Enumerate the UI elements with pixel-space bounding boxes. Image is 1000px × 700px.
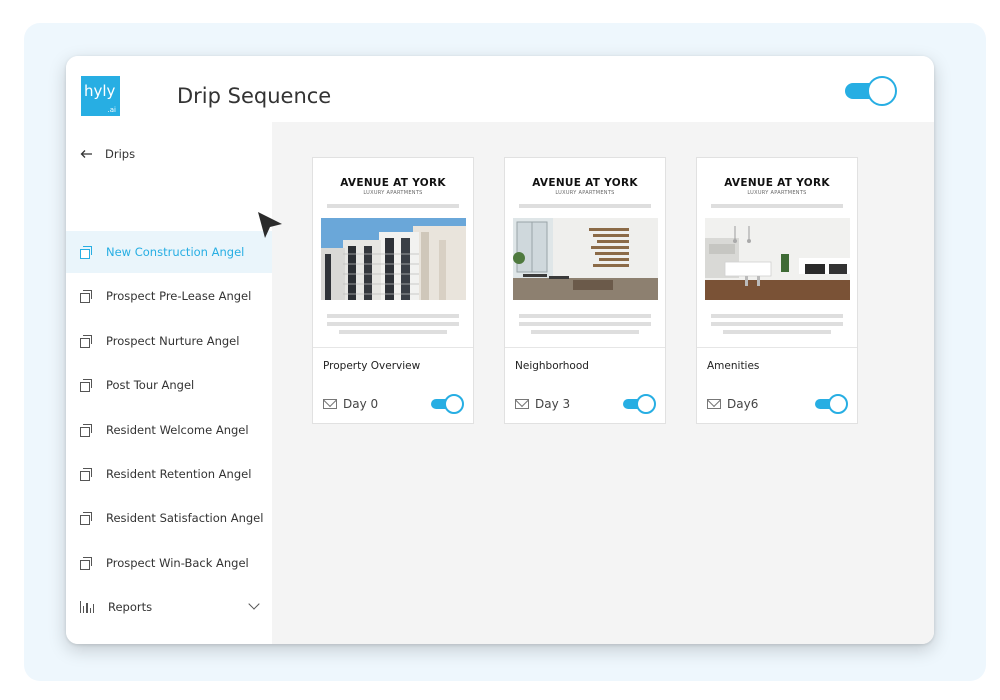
toggle-knob (444, 394, 464, 414)
copy-icon (80, 335, 92, 348)
card-title: Property Overview (323, 360, 421, 372)
copy-icon (80, 468, 92, 481)
sidebar-item-label: Post Tour Angel (106, 378, 195, 392)
copy-icon (80, 246, 92, 259)
chevron-down-icon[interactable] (248, 598, 260, 610)
card-enable-toggle[interactable] (431, 394, 464, 414)
mail-icon (707, 399, 721, 409)
toggle-knob (828, 394, 848, 414)
sidebar-item-reports[interactable]: Reports (66, 586, 272, 628)
copy-icon (80, 512, 92, 525)
mail-icon (515, 399, 529, 409)
lobby-interior-photo (513, 218, 658, 300)
sidebar-item-label: Prospect Pre-Lease Angel (106, 289, 252, 303)
drip-cards-area: AVENUE AT YORK LUXURY APARTMENTS Propert… (272, 122, 934, 644)
email-preview[interactable]: AVENUE AT YORK LUXURY APARTMENTS (505, 158, 665, 348)
drip-card-neighborhood[interactable]: AVENUE AT YORK LUXURY APARTMENTS Neighbo… (504, 157, 666, 424)
send-day: Day 3 (515, 397, 570, 411)
day-label: Day6 (727, 397, 759, 411)
brand-name: AVENUE AT YORK (532, 177, 638, 189)
app-header: hyly .ai Drip Sequence (66, 56, 934, 122)
placeholder-line (327, 314, 459, 318)
placeholder-line (723, 330, 831, 334)
kitchen-interior-photo (705, 218, 850, 300)
placeholder-line (711, 314, 843, 318)
drip-card-amenities[interactable]: AVENUE AT YORK LUXURY APARTMENTS Ameniti… (696, 157, 858, 424)
placeholder-line (711, 204, 843, 208)
placeholder-line (327, 204, 459, 208)
brand-subtitle: LUXURY APARTMENTS (555, 190, 615, 196)
bar-chart-icon (80, 601, 95, 613)
toggle-knob (867, 76, 897, 106)
sidebar-item-prospect-pre-lease-angel[interactable]: Prospect Pre-Lease Angel (66, 275, 272, 317)
mouse-cursor-icon (258, 212, 282, 238)
sidebar-item-label: Prospect Win-Back Angel (106, 556, 249, 570)
arrow-left-icon (80, 150, 92, 158)
drip-card-property-overview[interactable]: AVENUE AT YORK LUXURY APARTMENTS Propert… (312, 157, 474, 424)
sidebar-item-resident-satisfaction-angel[interactable]: Resident Satisfaction Angel (66, 497, 272, 539)
sidebar-item-resident-retention-angel[interactable]: Resident Retention Angel (66, 453, 272, 495)
sidebar-item-label: Resident Retention Angel (106, 467, 252, 481)
sidebar-item-label: New Construction Angel (106, 245, 245, 259)
send-day: Day 0 (323, 397, 378, 411)
sidebar-item-prospect-win-back-angel[interactable]: Prospect Win-Back Angel (66, 542, 272, 584)
app-window: hyly .ai Drip Sequence Drips New Constru… (66, 56, 934, 644)
placeholder-line (519, 204, 651, 208)
placeholder-line (327, 322, 459, 326)
sidebar-item-post-tour-angel[interactable]: Post Tour Angel (66, 364, 272, 406)
day-label: Day 0 (343, 397, 379, 411)
sidebar-item-label: Prospect Nurture Angel (106, 334, 240, 348)
logo-text: hyly (84, 82, 116, 100)
sidebar-item-label: Resident Satisfaction Angel (106, 511, 264, 525)
back-label: Drips (105, 147, 136, 161)
logo-sub: .ai (107, 106, 116, 114)
card-enable-toggle[interactable] (623, 394, 656, 414)
brand-name: AVENUE AT YORK (724, 177, 830, 189)
hyly-logo[interactable]: hyly .ai (81, 76, 120, 116)
page-title: Drip Sequence (177, 84, 332, 108)
brand-subtitle: LUXURY APARTMENTS (363, 190, 423, 196)
copy-icon (80, 290, 92, 303)
send-day: Day6 (707, 397, 758, 411)
card-enable-toggle[interactable] (815, 394, 848, 414)
brand-subtitle: LUXURY APARTMENTS (747, 190, 807, 196)
toggle-knob (636, 394, 656, 414)
master-toggle[interactable] (845, 76, 897, 106)
sidebar-item-prospect-nurture-angel[interactable]: Prospect Nurture Angel (66, 320, 272, 362)
placeholder-line (519, 322, 651, 326)
placeholder-line (519, 314, 651, 318)
sidebar-item-resident-welcome-angel[interactable]: Resident Welcome Angel (66, 409, 272, 451)
mail-icon (323, 399, 337, 409)
building-exterior-photo (321, 218, 466, 300)
sidebar: Drips New Construction Angel Prospect Pr… (66, 122, 272, 644)
sidebar-item-label: Resident Welcome Angel (106, 423, 249, 437)
copy-icon (80, 557, 92, 570)
placeholder-line (339, 330, 447, 334)
back-to-drips-link[interactable]: Drips (80, 144, 135, 164)
copy-icon (80, 424, 92, 437)
day-label: Day 3 (535, 397, 571, 411)
email-preview[interactable]: AVENUE AT YORK LUXURY APARTMENTS (313, 158, 473, 348)
copy-icon (80, 379, 92, 392)
placeholder-line (711, 322, 843, 326)
card-title: Neighborhood (515, 360, 589, 372)
brand-name: AVENUE AT YORK (340, 177, 446, 189)
card-title: Amenities (707, 360, 760, 372)
email-preview[interactable]: AVENUE AT YORK LUXURY APARTMENTS (697, 158, 857, 348)
sidebar-item-label: Reports (108, 600, 153, 614)
placeholder-line (531, 330, 639, 334)
sidebar-item-new-construction-angel[interactable]: New Construction Angel (66, 231, 272, 273)
